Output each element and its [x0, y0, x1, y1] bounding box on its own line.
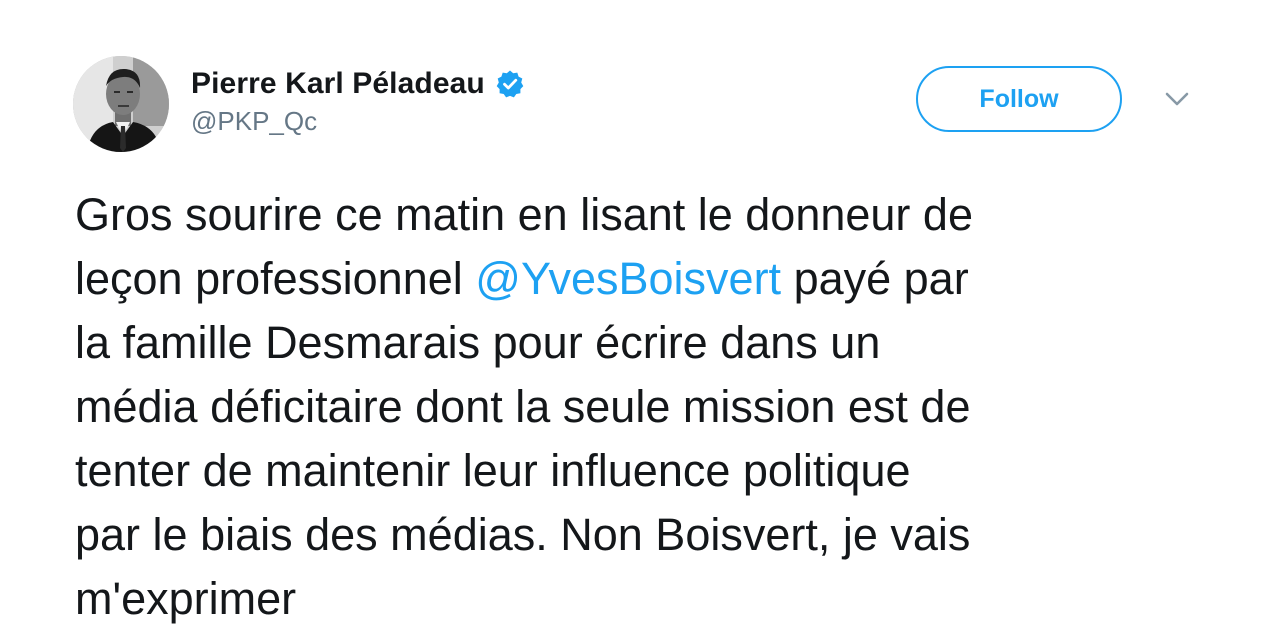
tweet-line: par le biais des médias. Non Boisvert, j… [75, 509, 971, 560]
tweet-line: m'exprimer [75, 573, 297, 624]
verified-badge-icon [495, 69, 525, 99]
tweet-line: tenter de maintenir leur influence polit… [75, 445, 911, 496]
chevron-down-icon[interactable] [1163, 89, 1191, 109]
tweet-line: Gros sourire ce matin en lisant le donne… [75, 189, 973, 240]
avatar[interactable] [73, 56, 169, 152]
tweet-line: leçon professionnel @YvesBoisvert payé p… [75, 247, 1245, 311]
tweet-text-segment: payé par [781, 253, 969, 304]
tweet-line: média déficitaire dont la seule mission … [75, 381, 971, 432]
person-portrait-icon [73, 56, 169, 152]
author-handle[interactable]: @PKP_Qc [191, 106, 317, 137]
author-name-row[interactable]: Pierre Karl Péladeau [191, 64, 525, 104]
tweet-text-segment: leçon professionnel [75, 253, 476, 304]
tweet-card: Pierre Karl Péladeau @PKP_Qc Follow Gros… [0, 0, 1272, 632]
tweet-line: la famille Desmarais pour écrire dans un [75, 317, 881, 368]
follow-button[interactable]: Follow [916, 66, 1122, 132]
tweet-text: Gros sourire ce matin en lisant le donne… [75, 183, 1245, 631]
author-display-name[interactable]: Pierre Karl Péladeau [191, 67, 485, 101]
mention-link[interactable]: @YvesBoisvert [475, 253, 781, 304]
